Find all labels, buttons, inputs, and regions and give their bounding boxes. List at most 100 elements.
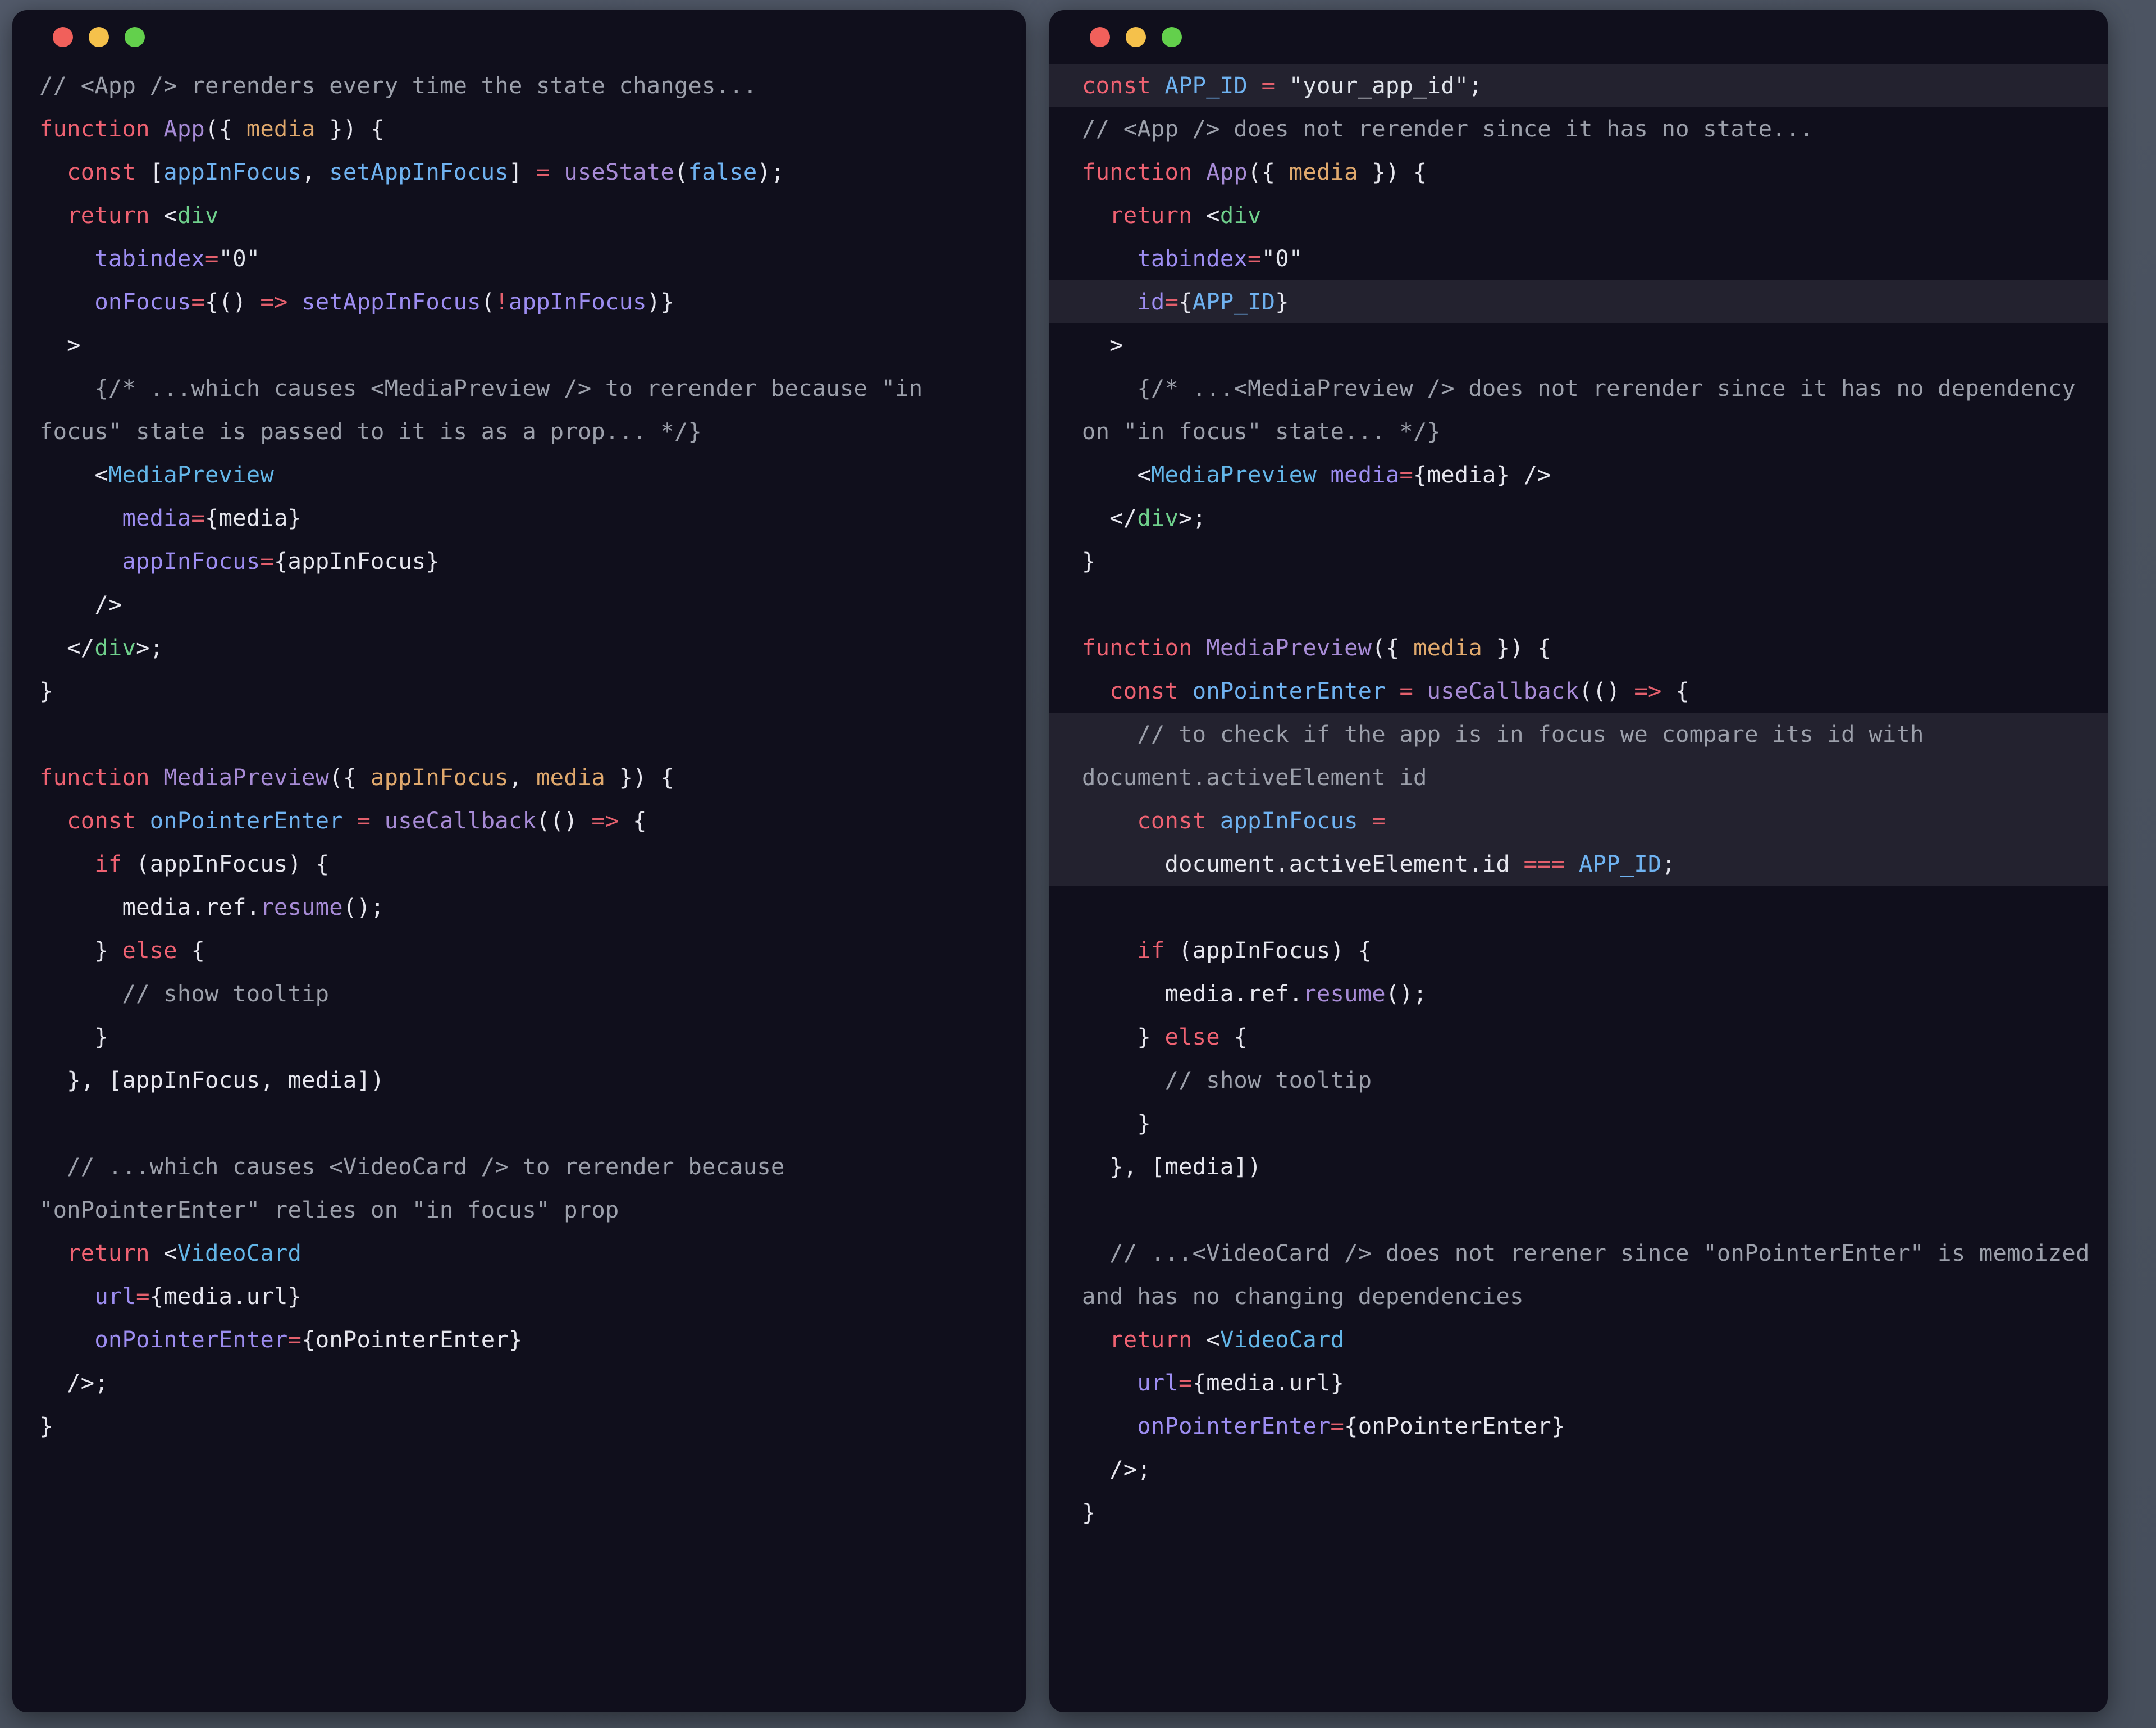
code-token-plain: media.ref.	[39, 893, 261, 920]
minimize-window-button[interactable]	[89, 27, 109, 47]
close-window-button[interactable]	[1090, 27, 1110, 47]
code-token-punct: >;	[136, 634, 164, 661]
code-token-fn: MediaPreview	[163, 764, 330, 791]
code-line: function MediaPreview({ appInFocus, medi…	[12, 756, 1026, 799]
code-token-kw: return	[67, 202, 150, 229]
code-token-var: setAppInFocus	[329, 158, 509, 185]
code-token-kw: function	[39, 764, 150, 791]
code-token-plain: }	[39, 1412, 53, 1439]
code-token-op: =	[1164, 288, 1179, 315]
code-token-punct: [	[136, 158, 164, 185]
code-line: const appInFocus =	[1049, 799, 2108, 842]
code-token-var: APP_ID	[1164, 72, 1248, 99]
code-token-attr: onPointerEnter	[94, 1326, 288, 1353]
code-line: onPointerEnter={onPointerEnter}	[1049, 1405, 2108, 1448]
code-token-punct: }	[1330, 1369, 1345, 1396]
code-token-fn: useCallback	[1427, 677, 1579, 704]
code-token-op: =	[1399, 677, 1414, 704]
code-token-fn: resume	[260, 893, 343, 920]
code-line: onPointerEnter={onPointerEnter}	[12, 1318, 1026, 1361]
code-token-kw: return	[67, 1239, 150, 1266]
zoom-window-button[interactable]	[1162, 27, 1182, 47]
code-token-kw: if	[1137, 937, 1165, 964]
code-token-attr: tabindex	[94, 245, 205, 272]
code-line: return <div	[12, 194, 1026, 237]
code-token-punct: ();	[342, 893, 385, 920]
code-line: media.ref.resume();	[1049, 972, 2108, 1015]
code-block-after[interactable]: const APP_ID = "your_app_id"; // <App /> …	[1049, 64, 2108, 1712]
minimize-window-button[interactable]	[1126, 27, 1146, 47]
code-token-kw: const	[67, 807, 136, 834]
code-token-plain: }	[1082, 1110, 1151, 1137]
code-token-kw: else	[1164, 1023, 1220, 1050]
code-token-plain: />;	[1082, 1456, 1151, 1483]
code-token-plain: media.ref.	[1082, 980, 1303, 1007]
code-token-attr: appInFocus	[508, 288, 647, 315]
code-token-plain: />	[39, 591, 122, 618]
close-window-button[interactable]	[53, 27, 73, 47]
code-token-kw: else	[122, 937, 177, 964]
code-token-var: APP_ID	[1192, 288, 1276, 315]
code-token-op: =	[1372, 807, 1386, 834]
code-token-comment: // ...<VideoCard /> does not rerener sin…	[1082, 1239, 2104, 1310]
code-token-comment: // to check if the app is in focus we co…	[1082, 721, 1938, 791]
code-token-param: media	[1289, 158, 1358, 185]
code-line: }	[12, 1405, 1026, 1448]
code-token-plain: onPointerEnter	[1358, 1412, 1551, 1439]
code-line: </div>;	[1049, 496, 2108, 540]
code-line: // show tooltip	[1049, 1059, 2108, 1102]
code-token-op: =	[205, 245, 219, 272]
code-token-attr: url	[1137, 1369, 1179, 1396]
code-token-punct: <	[149, 1239, 177, 1266]
code-token-punct: <	[149, 202, 177, 229]
code-token-punct: {	[1413, 461, 1427, 488]
code-line: // <App /> rerenders every time the stat…	[12, 64, 1026, 107]
code-token-plain: >	[39, 331, 81, 358]
code-token-plain: media	[1427, 461, 1496, 488]
code-token-punct: ,	[302, 158, 330, 185]
code-token-punct: (()	[536, 807, 592, 834]
code-token-fn: useState	[564, 158, 674, 185]
code-line: if (appInFocus) {	[12, 842, 1026, 886]
code-line: {/* ...which causes <MediaPreview /> to …	[12, 367, 1026, 453]
code-token-op: !	[495, 288, 509, 315]
code-line: const [appInFocus, setAppInFocus] = useS…	[12, 151, 1026, 194]
code-token-fn: useCallback	[384, 807, 537, 834]
code-line: }	[1049, 1102, 2108, 1145]
code-token-fn: App	[1206, 158, 1248, 185]
code-token-op: =	[536, 158, 550, 185]
zoom-window-button[interactable]	[125, 27, 145, 47]
code-line: const onPointerEnter = useCallback(() =>…	[1049, 669, 2108, 713]
code-line: id={APP_ID}	[1049, 280, 2108, 323]
code-line: >	[12, 323, 1026, 367]
code-token-op: =	[136, 1283, 150, 1310]
code-window-after: const APP_ID = "your_app_id"; // <App /> …	[1049, 10, 2108, 1712]
code-token-plain: />;	[39, 1369, 108, 1396]
code-token-kw: const	[1082, 72, 1151, 99]
code-block-before[interactable]: // <App /> rerenders every time the stat…	[12, 64, 1026, 1712]
code-token-op: =	[287, 1326, 302, 1353]
code-token-plain: media	[218, 504, 288, 531]
code-line: const APP_ID = "your_app_id";	[1049, 64, 2108, 107]
code-line: }	[12, 1015, 1026, 1059]
code-line: url={media.url}	[12, 1275, 1026, 1318]
code-token-punct: {	[1661, 677, 1689, 704]
code-line: <MediaPreview media={media} />	[1049, 453, 2108, 496]
